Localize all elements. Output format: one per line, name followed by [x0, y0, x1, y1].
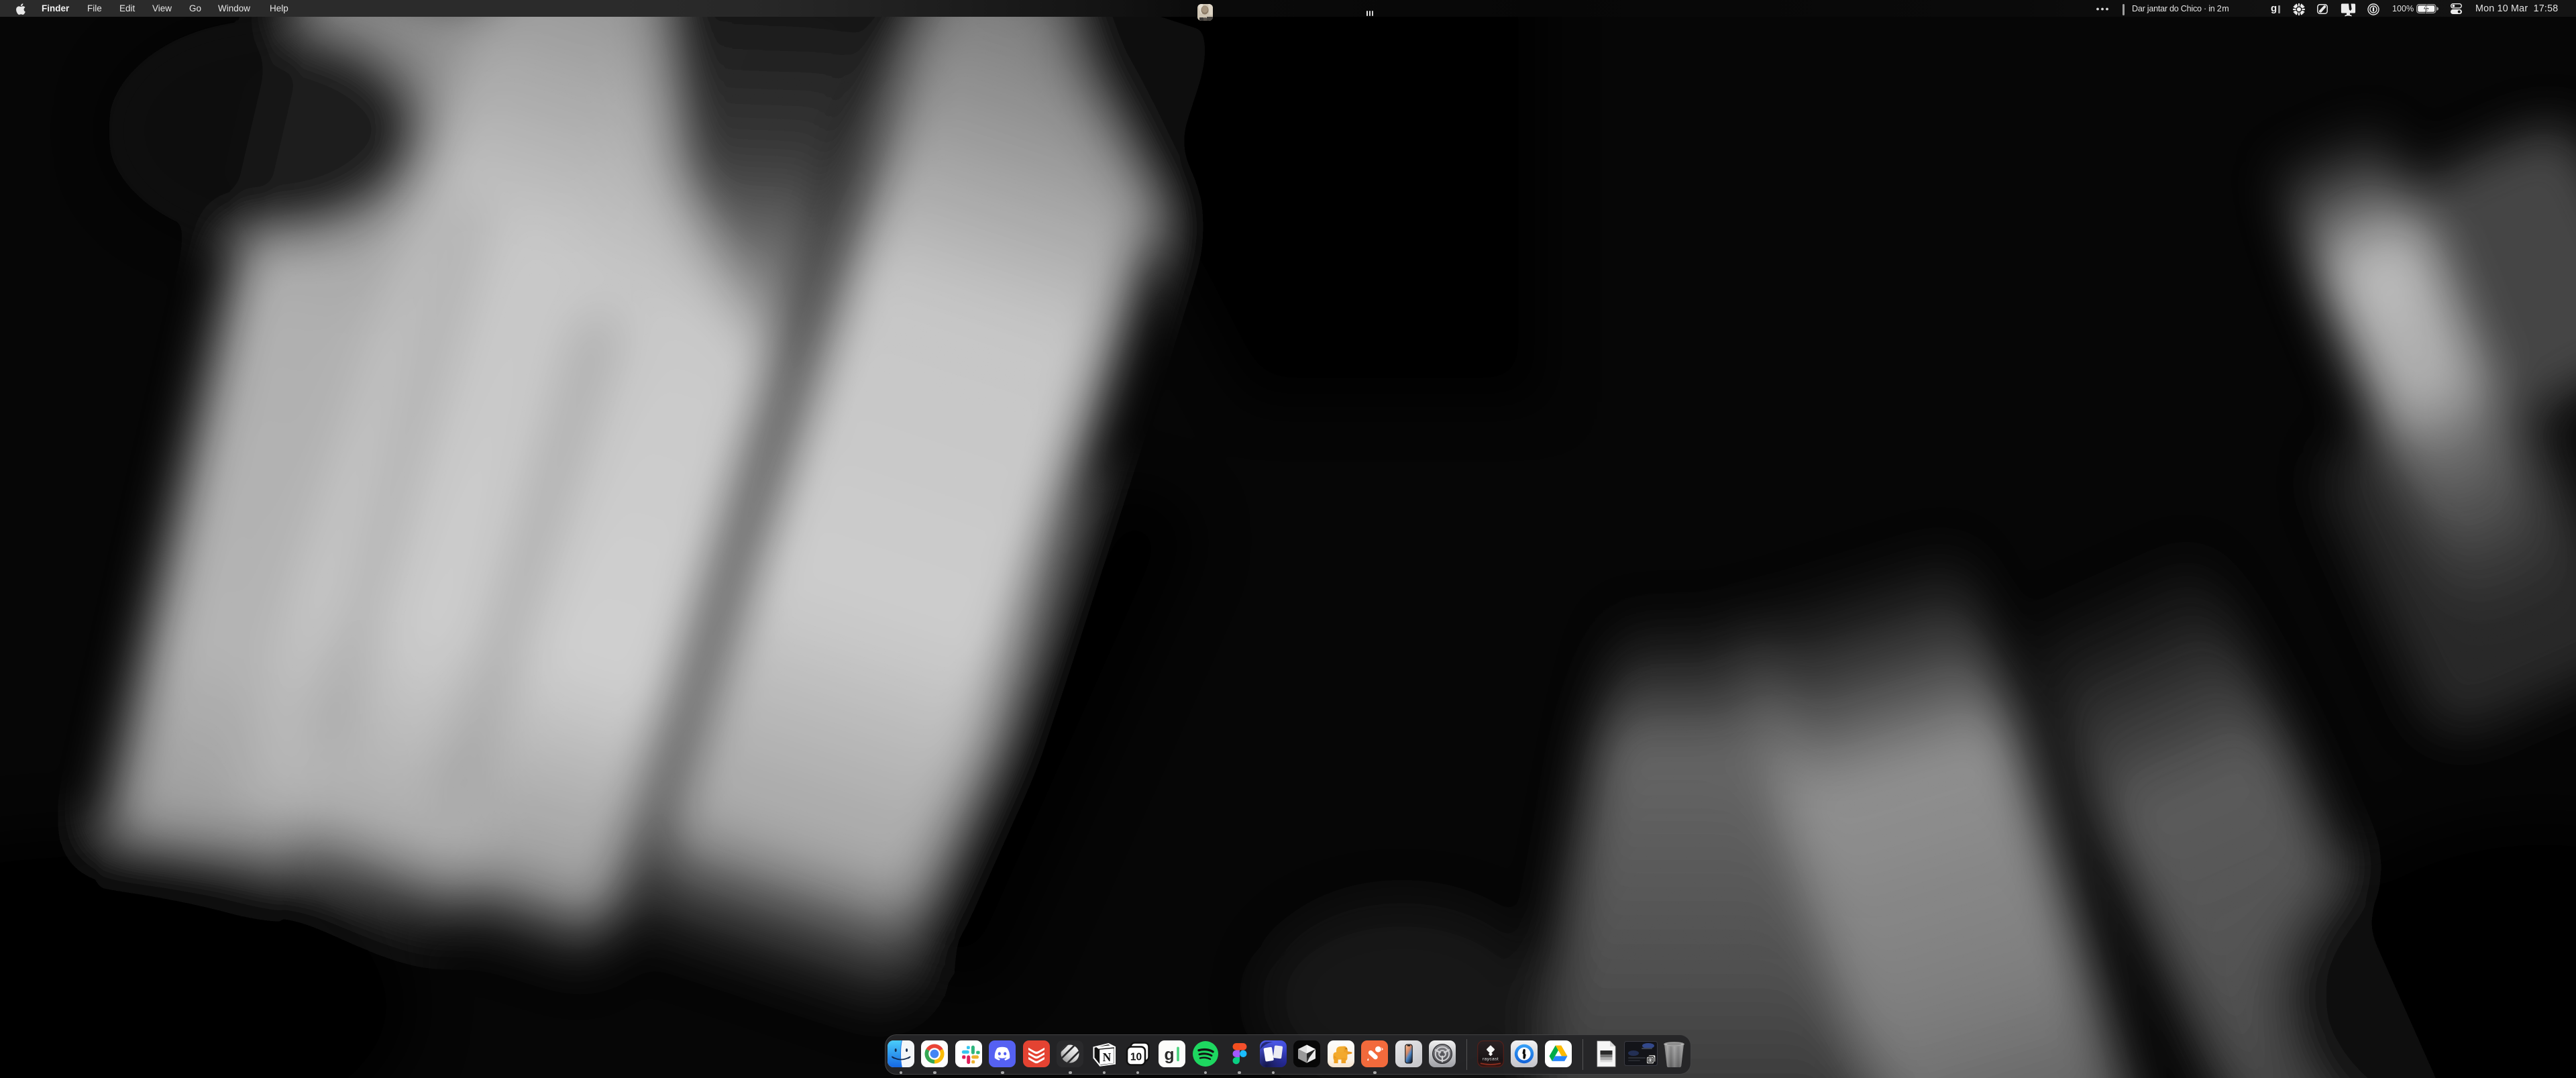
svg-text:N: N: [1102, 1050, 1111, 1064]
svg-text:raycast: raycast: [1483, 1057, 1499, 1062]
svg-text:11: 11: [1648, 1059, 1652, 1063]
svg-text:10: 10: [1130, 1052, 1142, 1063]
svg-text:g: g: [1164, 1046, 1174, 1064]
